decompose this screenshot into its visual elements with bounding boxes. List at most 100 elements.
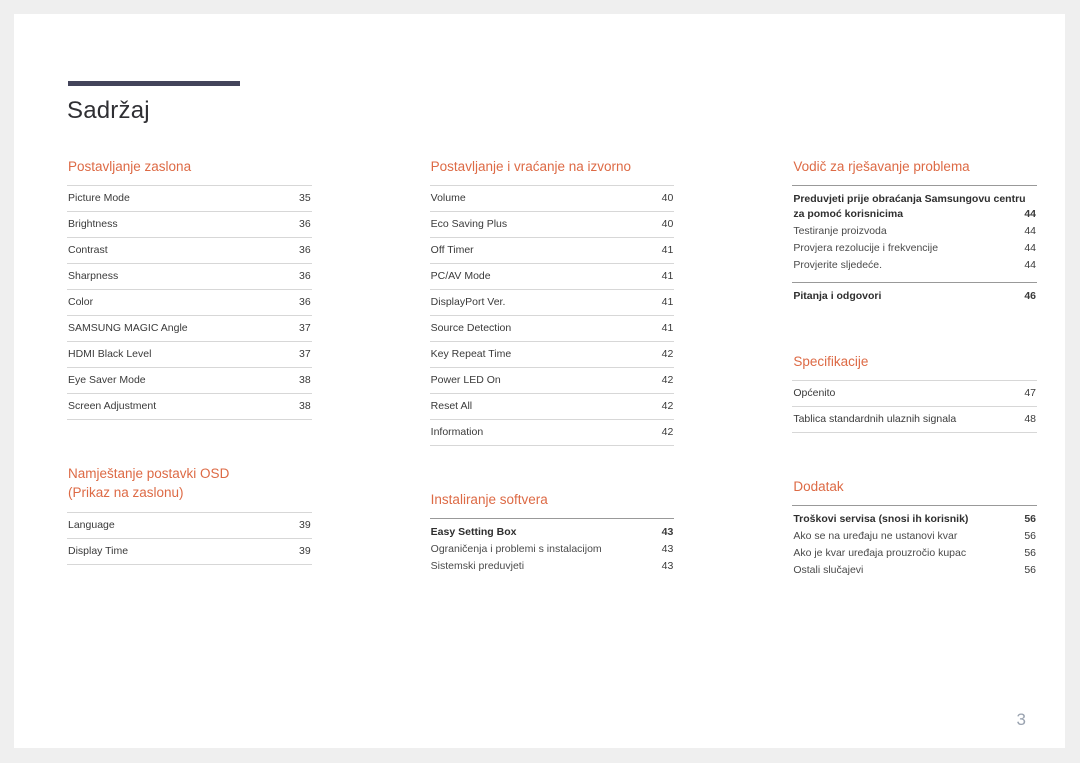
toc-entry-page: 41 [661, 244, 674, 256]
section-title: Specifikacije [793, 354, 869, 369]
toc-entry[interactable]: SAMSUNG MAGIC Angle 37 [67, 315, 312, 341]
section-title: Postavljanje i vraćanje na izvorno [430, 159, 632, 174]
toc-entry[interactable]: Power LED On 42 [429, 367, 675, 393]
toc-entry-sub[interactable]: Testiranje proizvoda 44 [792, 223, 1037, 240]
toc-entry[interactable]: Language 39 [67, 512, 312, 538]
toc-entry[interactable]: Eye Saver Mode 38 [67, 367, 312, 393]
toc-entry[interactable]: Key Repeat Time 42 [429, 341, 675, 367]
toc-entry-sub[interactable]: Ako se na uređaju ne ustanovi kvar 56 [792, 528, 1037, 545]
toc-entry[interactable]: Screen Adjustment 38 [67, 393, 312, 420]
toc-entry-group-head[interactable]: Easy Setting Box 43 [429, 518, 675, 541]
toc-entry-page: 39 [298, 519, 311, 531]
toc-entry[interactable]: Off Timer 41 [429, 237, 675, 263]
toc-section-instaliranje-softvera: Instaliranje softvera Easy Setting Box 4… [429, 490, 675, 575]
toc-column-3: Vodič za rješavanje problema Preduvjeti … [792, 157, 1038, 579]
toc-entry-page: 48 [1024, 413, 1037, 425]
toc-entry-page: 37 [298, 322, 311, 334]
page-title: Sadržaj [67, 97, 150, 124]
toc-entry[interactable]: Tablica standardnih ulaznih signala 48 [792, 406, 1038, 433]
toc-entry-page: 41 [661, 270, 674, 282]
toc-entry-page: 56 [1024, 513, 1037, 525]
toc-entry-label: Information [430, 426, 484, 438]
toc-entry-page: 40 [661, 218, 674, 230]
toc-entry[interactable]: DisplayPort Ver. 41 [429, 289, 675, 315]
toc-entry-label: Power LED On [430, 374, 501, 386]
toc-entry[interactable]: Contrast 36 [67, 237, 312, 263]
toc-column-1: Postavljanje zaslona Picture Mode 35 Bri… [67, 157, 312, 579]
toc-entry-label: Volume [430, 192, 466, 204]
toc-entry-page: 39 [298, 545, 311, 557]
toc-entry-sub[interactable]: Sistemski preduvjeti 43 [430, 558, 675, 575]
toc-section-postavljanje-i-vracanje: Postavljanje i vraćanje na izvorno Volum… [429, 157, 675, 446]
toc-section-specifikacije: Specifikacije Općenito 47 Tablica standa… [792, 352, 1038, 433]
section-title: Dodatak [793, 479, 844, 494]
toc-entry-page: 56 [1024, 547, 1037, 559]
toc-entry-page: 44 [1024, 242, 1037, 254]
toc-entry-sub[interactable]: Ostali slučajevi 56 [792, 562, 1037, 579]
toc-entry-label: Source Detection [430, 322, 512, 334]
toc-entry-label: Key Repeat Time [430, 348, 512, 360]
toc-entry-label: Brightness [68, 218, 118, 230]
toc-entry-page: 35 [298, 192, 311, 204]
toc-entry-label-line1: Preduvjeti prije obraćanja Samsungovu ce… [793, 193, 1026, 205]
toc-entry[interactable]: Brightness 36 [67, 211, 312, 237]
toc-entry-group-head[interactable]: Preduvjeti prije obraćanja Samsungovu ce… [792, 185, 1038, 223]
toc-columns: Postavljanje zaslona Picture Mode 35 Bri… [67, 157, 1038, 579]
section-title-line2: (Prikaz na zaslonu) [68, 485, 184, 500]
toc-entry-page: 44 [1024, 208, 1037, 220]
toc-entry-page: 38 [298, 400, 311, 412]
toc-entry[interactable]: Eco Saving Plus 40 [429, 211, 675, 237]
toc-entry-label: Ostali slučajevi [793, 564, 864, 576]
toc-entry-label: Provjera rezolucije i frekvencije [793, 242, 939, 254]
toc-entry-page: 46 [1024, 290, 1037, 302]
toc-entry-page: 42 [661, 400, 674, 412]
toc-entry-label: Picture Mode [68, 192, 130, 204]
toc-entry-sub[interactable]: Ako je kvar uređaja prouzročio kupac 56 [792, 545, 1037, 562]
toc-entry-page: 36 [298, 218, 311, 230]
toc-entry-page: 41 [661, 296, 674, 308]
toc-entry-label: Color [68, 296, 94, 308]
toc-entry-page: 36 [298, 270, 311, 282]
toc-entry[interactable]: HDMI Black Level 37 [67, 341, 312, 367]
toc-entry[interactable]: PC/AV Mode 41 [429, 263, 675, 289]
toc-entry-page: 38 [298, 374, 311, 386]
toc-entry-page: 43 [661, 543, 674, 555]
toc-entry-label: Ako je kvar uređaja prouzročio kupac [793, 547, 967, 559]
toc-entry-page: 44 [1024, 225, 1037, 237]
toc-entry[interactable]: Information 42 [429, 419, 675, 446]
toc-entry-label: Off Timer [430, 244, 474, 256]
title-accent-rule [68, 81, 240, 86]
toc-entry-label: Display Time [68, 545, 129, 557]
section-title: Instaliranje softvera [430, 492, 548, 507]
toc-entry-sub[interactable]: Provjerite sljedeće. 44 [792, 257, 1037, 274]
toc-entry[interactable]: Volume 40 [429, 185, 675, 211]
toc-entry-sub[interactable]: Ograničenja i problemi s instalacijom 43 [430, 541, 675, 558]
toc-entry-label: Pitanja i odgovori [793, 290, 882, 302]
toc-entry-label: Sharpness [68, 270, 119, 282]
toc-entry[interactable]: Source Detection 41 [429, 315, 675, 341]
toc-entry[interactable]: Display Time 39 [67, 538, 312, 565]
toc-entry-page: 44 [1024, 259, 1037, 271]
toc-entry[interactable]: Reset All 42 [429, 393, 675, 419]
toc-entry[interactable]: Picture Mode 35 [67, 185, 312, 211]
toc-section-vodic-za-rjesavanje-problema: Vodič za rješavanje problema Preduvjeti … [792, 157, 1038, 305]
toc-entry-label: Eye Saver Mode [68, 374, 146, 386]
toc-entry-label: Language [68, 519, 115, 531]
toc-entry[interactable]: Color 36 [67, 289, 312, 315]
toc-entry-label: Contrast [68, 244, 108, 256]
toc-entry-label: Tablica standardnih ulaznih signala [793, 413, 957, 425]
toc-entry-label: HDMI Black Level [68, 348, 152, 360]
toc-entry-sub[interactable]: Provjera rezolucije i frekvencije 44 [792, 240, 1037, 257]
toc-entry-group-head[interactable]: Pitanja i odgovori 46 [792, 282, 1038, 305]
toc-entry-label: Općenito [793, 387, 836, 399]
toc-section-postavljanje-zaslona: Postavljanje zaslona Picture Mode 35 Bri… [67, 157, 312, 420]
toc-entry-page: 40 [661, 192, 674, 204]
toc-entry-label-line2: za pomoć korisnicima [793, 208, 904, 220]
toc-entry-page: 36 [298, 244, 311, 256]
toc-column-2: Postavljanje i vraćanje na izvorno Volum… [429, 157, 675, 579]
toc-entry[interactable]: Općenito 47 [792, 380, 1038, 406]
toc-entry-group-head[interactable]: Troškovi servisa (snosi ih korisnik) 56 [792, 505, 1038, 528]
toc-entry-page: 42 [661, 426, 674, 438]
toc-entry[interactable]: Sharpness 36 [67, 263, 312, 289]
